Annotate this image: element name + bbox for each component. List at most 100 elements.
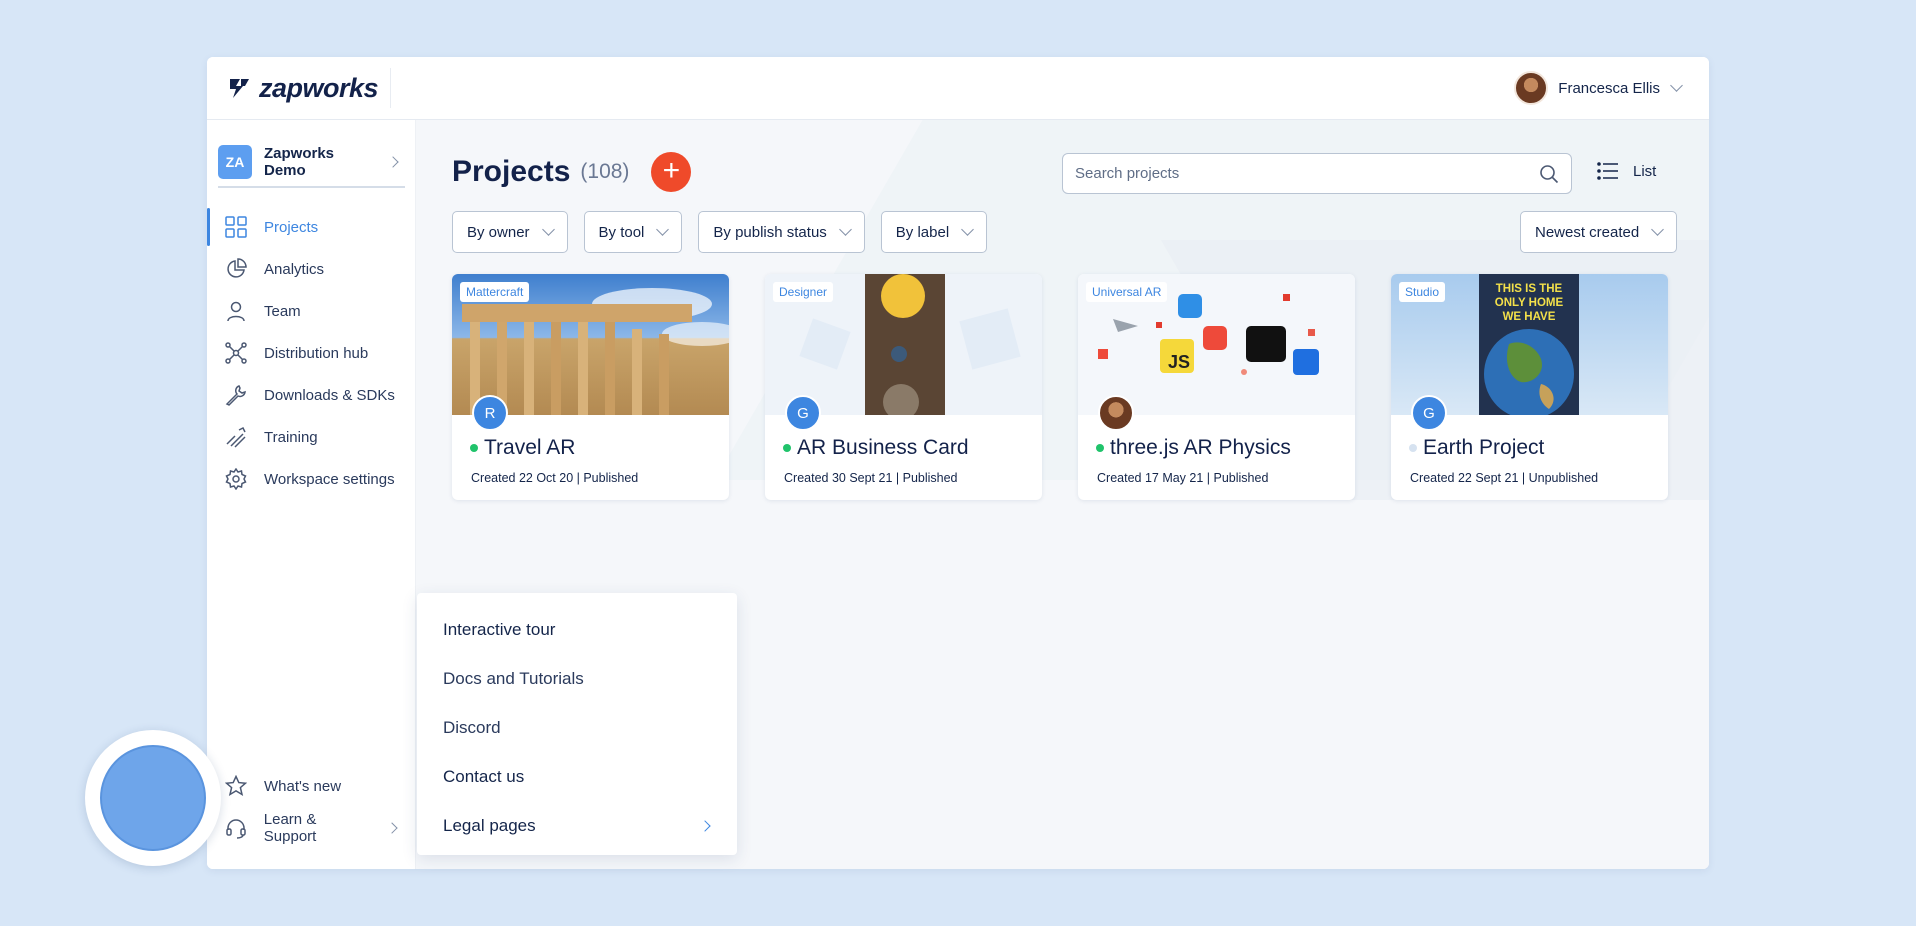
owner-avatar: R bbox=[472, 395, 508, 431]
pagination: 1 2 3 bbox=[1698, 573, 1709, 607]
prev-page-button[interactable] bbox=[1698, 573, 1709, 607]
project-title: Earth Project bbox=[1409, 436, 1544, 460]
chevron-down-icon bbox=[1651, 223, 1665, 236]
sidebar-item-workspace-settings[interactable]: Workspace settings bbox=[207, 458, 416, 500]
menu-item-docs-tutorials[interactable]: Docs and Tutorials bbox=[417, 654, 737, 703]
plus-icon: + bbox=[662, 154, 681, 187]
tool-tag: Designer bbox=[773, 282, 834, 302]
chevron-right-icon bbox=[699, 819, 711, 832]
sidebar-item-analytics[interactable]: Analytics bbox=[207, 248, 416, 290]
thumbnail-caption: THIS IS THE ONLY HOME WE HAVE bbox=[1494, 283, 1564, 323]
project-title: Travel AR bbox=[470, 436, 575, 460]
menu-item-discord[interactable]: Discord bbox=[417, 703, 737, 752]
training-icon bbox=[224, 425, 248, 449]
logo[interactable]: zapworks bbox=[227, 68, 392, 108]
filter-label: By publish status bbox=[713, 223, 827, 241]
pie-chart-icon bbox=[224, 257, 248, 281]
list-icon bbox=[1597, 162, 1618, 180]
project-meta: Created 30 Sept 21 | Published bbox=[784, 471, 958, 485]
chevron-down-icon bbox=[1670, 79, 1683, 92]
sidebar-item-label: Workspace settings bbox=[264, 470, 395, 488]
project-name: Travel AR bbox=[484, 436, 576, 459]
sidebar-item-team[interactable]: Team bbox=[207, 290, 416, 332]
sort-dropdown[interactable]: Newest created bbox=[1520, 211, 1678, 253]
project-card[interactable]: JS Universal AR three.js AR Physics Crea… bbox=[1078, 274, 1355, 500]
filter-label: By owner bbox=[467, 223, 530, 241]
project-card[interactable]: THIS IS THE ONLY HOME WE HAVE Studio G E… bbox=[1391, 274, 1668, 500]
add-project-button[interactable]: + bbox=[651, 152, 692, 192]
sidebar-item-whats-new[interactable]: What's new bbox=[207, 765, 416, 807]
sidebar-item-projects[interactable]: Projects bbox=[207, 206, 416, 248]
sidebar-item-label: What's new bbox=[264, 777, 342, 795]
project-count: (108) bbox=[580, 160, 630, 183]
zapworks-logo-icon bbox=[230, 79, 249, 98]
wrench-icon bbox=[224, 383, 248, 407]
sidebar-item-downloads-sdks[interactable]: Downloads & SDKs bbox=[207, 374, 416, 416]
project-grid: Mattercraft R Travel AR Created 22 Oct 2… bbox=[452, 274, 1668, 500]
chevron-down-icon bbox=[656, 223, 670, 236]
sidebar: ZA Zapworks Demo Projects Analytics Team… bbox=[207, 120, 416, 869]
status-dot bbox=[470, 444, 478, 452]
project-card[interactable]: Mattercraft R Travel AR Created 22 Oct 2… bbox=[452, 274, 729, 500]
filter-label: By label bbox=[895, 223, 950, 241]
tool-tag: Studio bbox=[1399, 282, 1446, 302]
page-title: Projects bbox=[452, 155, 571, 188]
sidebar-item-distribution-hub[interactable]: Distribution hub bbox=[207, 332, 416, 374]
click-indicator bbox=[100, 745, 206, 851]
menu-item-label: Legal pages bbox=[443, 815, 536, 835]
sidebar-item-label: Learn & Support bbox=[263, 811, 317, 845]
view-toggle-list[interactable]: List bbox=[1597, 162, 1656, 180]
menu-item-legal-pages[interactable]: Legal pages bbox=[417, 801, 737, 850]
status-dot bbox=[783, 444, 791, 452]
menu-item-contact-us[interactable]: Contact us bbox=[417, 752, 737, 801]
project-name: three.js AR Physics bbox=[1110, 436, 1291, 459]
sort-label: Newest created bbox=[1535, 223, 1640, 241]
search-icon[interactable] bbox=[1539, 164, 1559, 184]
sidebar-bottom: What's new Learn & Support bbox=[207, 765, 416, 849]
workspace-badge: ZA bbox=[218, 145, 252, 179]
sidebar-item-label: Projects bbox=[264, 218, 319, 236]
sidebar-item-training[interactable]: Training bbox=[207, 416, 416, 458]
owner-avatar: G bbox=[1411, 395, 1447, 431]
filter-label: By tool bbox=[598, 223, 645, 241]
star-icon bbox=[224, 774, 248, 798]
filter-by-owner[interactable]: By owner bbox=[452, 211, 568, 253]
workspace-switcher[interactable]: ZA Zapworks Demo bbox=[218, 138, 405, 188]
gear-icon bbox=[224, 467, 248, 491]
status-dot bbox=[1409, 444, 1417, 452]
sidebar-item-label: Downloads & SDKs bbox=[264, 386, 395, 404]
user-menu[interactable]: Francesca Ellis bbox=[1514, 71, 1683, 105]
project-name: AR Business Card bbox=[797, 436, 969, 459]
user-icon bbox=[224, 299, 248, 323]
chevron-right-icon bbox=[386, 822, 398, 834]
chevron-down-icon bbox=[838, 223, 852, 236]
tool-tag: Universal AR bbox=[1086, 282, 1168, 302]
sidebar-item-learn-support[interactable]: Learn & Support bbox=[207, 807, 416, 849]
project-meta: Created 22 Sept 21 | Unpublished bbox=[1410, 471, 1599, 485]
owner-avatar bbox=[1098, 395, 1134, 431]
chevron-down-icon bbox=[961, 223, 975, 236]
project-thumbnail: JS Universal AR bbox=[1078, 274, 1355, 415]
sidebar-item-label: Training bbox=[264, 428, 318, 446]
project-thumbnail: Mattercraft bbox=[452, 274, 729, 415]
menu-item-interactive-tour[interactable]: Interactive tour bbox=[417, 605, 737, 654]
sidebar-item-label: Analytics bbox=[264, 260, 325, 278]
chevron-right-icon bbox=[387, 156, 399, 168]
grid-icon bbox=[224, 215, 248, 239]
chevron-down-icon bbox=[541, 223, 555, 236]
avatar bbox=[1514, 71, 1549, 105]
filter-by-publish-status[interactable]: By publish status bbox=[698, 211, 865, 253]
project-meta: Created 17 May 21 | Published bbox=[1097, 471, 1269, 485]
filter-bar: By owner By tool By publish status By la… bbox=[452, 211, 988, 253]
search-input[interactable] bbox=[1075, 165, 1539, 182]
owner-avatar: G bbox=[785, 395, 821, 431]
page-header: Projects (108) + bbox=[452, 152, 692, 192]
view-toggle-label: List bbox=[1633, 162, 1657, 180]
workspace-name: Zapworks Demo bbox=[264, 145, 335, 179]
learn-support-menu: Interactive tour Docs and Tutorials Disc… bbox=[417, 593, 737, 855]
search-box bbox=[1062, 153, 1572, 194]
project-card[interactable]: Designer G AR Business Card Created 30 S… bbox=[765, 274, 1042, 500]
project-meta: Created 22 Oct 20 | Published bbox=[471, 471, 639, 485]
filter-by-label[interactable]: By label bbox=[880, 211, 988, 253]
filter-by-tool[interactable]: By tool bbox=[583, 211, 683, 253]
